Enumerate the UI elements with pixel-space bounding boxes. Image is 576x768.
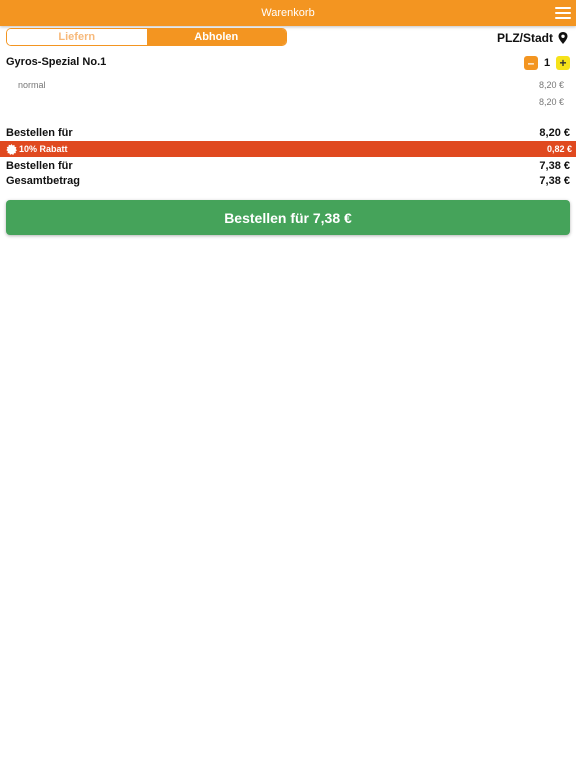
- discount-label: 10% Rabatt: [19, 144, 68, 154]
- item-line-total: 8,20 €: [538, 97, 564, 107]
- app-header: Warenkorb: [0, 0, 576, 26]
- total-label: Gesamtbetrag: [6, 175, 80, 187]
- discount-value: 0,82 €: [546, 144, 572, 154]
- delivery-mode-toggle: Liefern Abholen: [6, 28, 287, 46]
- tab-liefern[interactable]: Liefern: [7, 29, 147, 45]
- discounted-subtotal-value: 7,38 €: [539, 160, 570, 172]
- map-pin-icon: [558, 32, 568, 44]
- tab-abholen[interactable]: Abholen: [146, 29, 286, 45]
- discount-row: 10% Rabatt 0,82 €: [0, 141, 576, 157]
- discount-badge-icon: [6, 143, 17, 155]
- cart-item-name: Gyros-Spezial No.1: [6, 56, 107, 68]
- subtotal-label: Bestellen für: [6, 127, 73, 139]
- page-title: Warenkorb: [261, 7, 315, 19]
- discount-info: 10% Rabatt: [6, 143, 68, 155]
- decrease-quantity-button[interactable]: –: [524, 56, 538, 70]
- item-variant-price: 8,20 €: [538, 80, 564, 90]
- place-order-button[interactable]: Bestellen für 7,38 €: [6, 200, 570, 235]
- location-selector[interactable]: PLZ/Stadt: [497, 30, 568, 46]
- subtotal-row: Bestellen für 8,20 €: [6, 126, 570, 140]
- total-value: 7,38 €: [539, 175, 570, 187]
- increase-quantity-button[interactable]: +: [556, 56, 570, 70]
- quantity-stepper: – 1 +: [524, 56, 570, 70]
- location-label: PLZ/Stadt: [497, 31, 553, 45]
- discounted-subtotal-label: Bestellen für: [6, 160, 73, 172]
- hamburger-menu-icon: [555, 17, 571, 19]
- subtotal-value: 8,20 €: [539, 127, 570, 139]
- item-variant-label: normal: [18, 80, 46, 90]
- menu-button[interactable]: [555, 5, 571, 21]
- discounted-subtotal-row: Bestellen für 7,38 €: [6, 159, 570, 173]
- hamburger-menu-icon: [555, 7, 571, 9]
- total-row: Gesamtbetrag 7,38 €: [6, 174, 570, 188]
- quantity-value: 1: [543, 57, 551, 69]
- hamburger-menu-icon: [555, 12, 571, 14]
